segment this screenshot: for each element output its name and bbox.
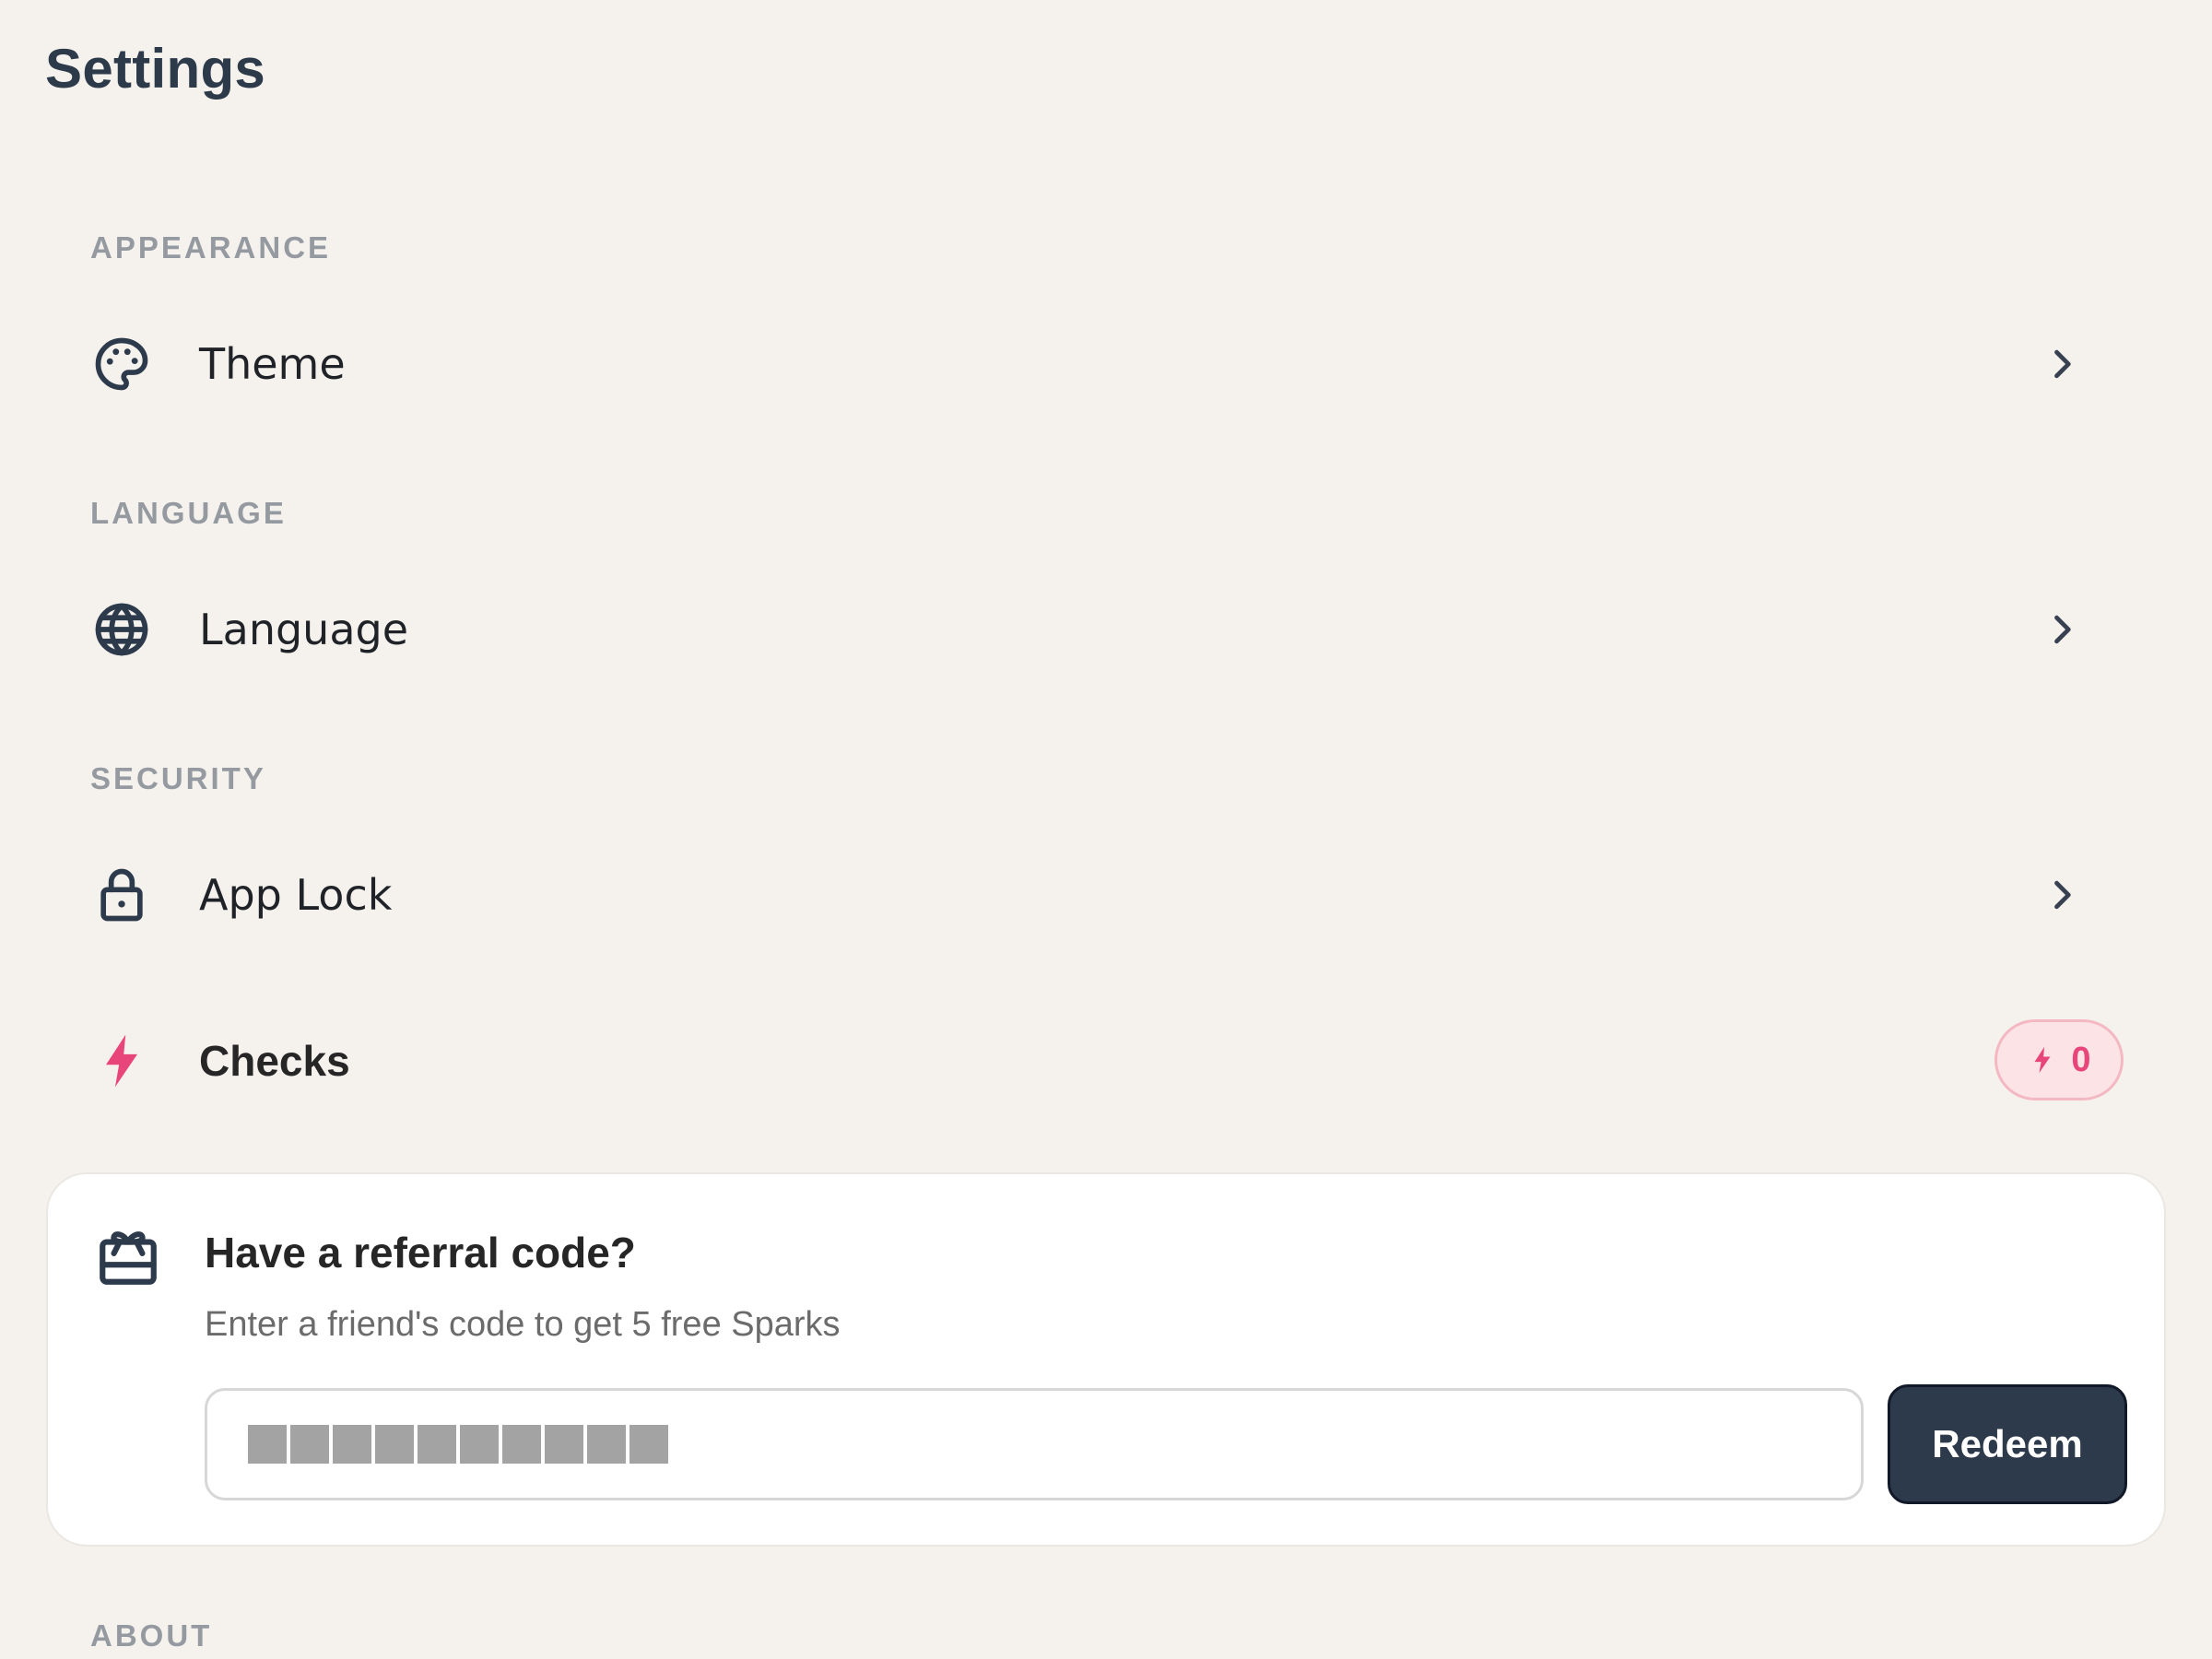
settings-page: Settings APPEARANCE Theme LANGUAGE Langu…: [0, 0, 2212, 1659]
lightning-icon: [2034, 1046, 2051, 1074]
redeem-button[interactable]: Redeem: [1888, 1384, 2127, 1504]
checks-count-badge[interactable]: 0: [1994, 1019, 2124, 1100]
section-label-appearance: APPEARANCE: [90, 230, 332, 265]
referral-subtitle: Enter a friend's code to get 5 free Spar…: [205, 1305, 841, 1344]
globe-icon: [90, 598, 153, 661]
chevron-right-icon: [2039, 872, 2085, 918]
checks-label: Checks: [199, 1037, 350, 1085]
section-label-security: SECURITY: [90, 761, 266, 795]
app-lock-label: App Lock: [199, 870, 393, 920]
masked-code: [248, 1425, 668, 1464]
lightning-icon: [90, 1030, 153, 1092]
settings-row-theme[interactable]: Theme: [90, 313, 2100, 415]
section-label-language: LANGUAGE: [90, 496, 287, 530]
chevron-right-icon: [2039, 606, 2085, 653]
language-label: Language: [199, 605, 409, 654]
gift-icon: [100, 1231, 157, 1285]
settings-row-checks[interactable]: Checks 0: [90, 1010, 2124, 1112]
settings-row-language[interactable]: Language: [90, 579, 2100, 680]
checks-count: 0: [2071, 1040, 2091, 1079]
palette-icon: [90, 333, 153, 395]
settings-row-app-lock[interactable]: App Lock: [90, 844, 2100, 946]
page-title: Settings: [45, 38, 266, 100]
referral-code-input[interactable]: [205, 1388, 1864, 1500]
theme-label: Theme: [199, 339, 346, 389]
lock-icon: [90, 864, 153, 926]
referral-card: Have a referral code? Enter a friend's c…: [46, 1172, 2166, 1547]
chevron-right-icon: [2039, 341, 2085, 387]
referral-title: Have a referral code?: [205, 1229, 636, 1277]
section-label-about: ABOUT: [90, 1618, 213, 1653]
